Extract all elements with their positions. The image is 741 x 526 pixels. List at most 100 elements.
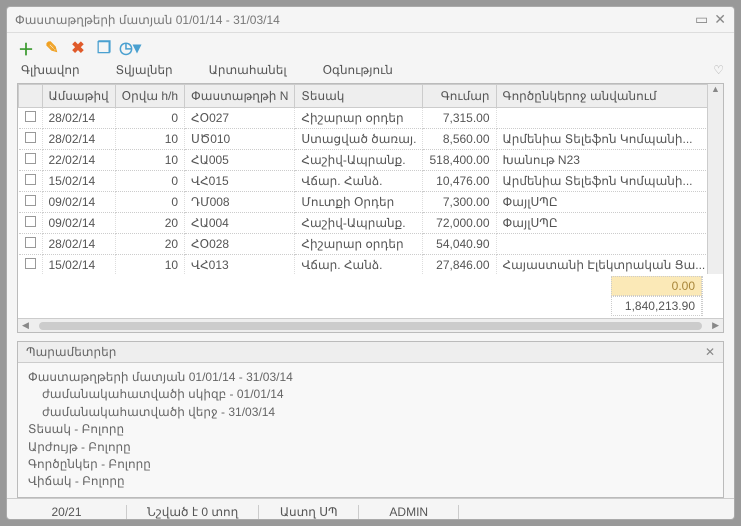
main-window: Փաստաթղթերի մատյան 01/01/14 - 31/03/14 ▭… [6,6,735,520]
row-checkbox[interactable] [25,111,36,122]
cell-amount: 8,560.00 [423,129,496,150]
maximize-icon[interactable]: ▭ [695,11,708,28]
status-selected: Նշված է 0 տող [127,505,259,519]
expand-icon[interactable]: ♡ [713,63,724,77]
delete-icon[interactable]: ✖ [69,39,87,57]
params-line: Արժույթ - Բոլորը [28,439,713,456]
cell-type: Հիշարար օրդեր [295,108,423,129]
cell-amount: 54,040.90 [423,234,496,255]
parameters-panel: Պարամետրեր ✕ Փաստաթղթերի մատյան 01/01/14… [17,341,724,498]
table-row[interactable]: 15/02/140ՎՀ015Վճար. Հանձ.10,476.00Արմենի… [19,171,708,192]
cell-date: 15/02/14 [42,171,115,192]
menu-data[interactable]: Տվյալներ [116,63,173,77]
row-checkbox[interactable] [25,153,36,164]
cell-amount: 7,315.00 [423,108,496,129]
menu-help[interactable]: Օգնություն [323,63,393,77]
cell-date: 28/02/14 [42,234,115,255]
table-row[interactable]: 28/02/140ՀՕ027Հիշարար օրդեր7,315.00 [19,108,708,129]
cell-dayhh: 20 [115,234,184,255]
params-line: ժամանակահատվածի վերջ - 31/03/14 [28,404,713,421]
close-icon[interactable]: ✕ [714,11,726,28]
cell-dayhh: 0 [115,171,184,192]
cell-dayhh: 20 [115,213,184,234]
cell-partner [496,108,707,129]
cell-type: Վճար. Հանձ. [295,171,423,192]
cell-type: Ստացված ծառայ. [295,129,423,150]
params-line: ժամանակահատվածի սկիզբ - 01/01/14 [28,386,713,403]
selected-total: 0.00 [611,276,702,296]
menu-main[interactable]: Գլխավոր [21,63,80,77]
cell-dayhh: 0 [115,192,184,213]
col-date[interactable]: Ամսաթիվ [42,85,115,108]
cell-dayhh: 0 [115,108,184,129]
row-checkbox[interactable] [25,195,36,206]
table-header-row: Ամսաթիվ Օրվա h/h Փաստաթղթի N Տեսակ Գումա… [19,85,708,108]
statusbar: 20/21 Նշված է 0 տող Աստղ ՍՊ ADMIN [7,498,734,525]
row-checkbox[interactable] [25,174,36,185]
row-checkbox[interactable] [25,216,36,227]
row-checkbox[interactable] [25,237,36,248]
documents-table: Ամսաթիվ Օրվա h/h Փաստաթղթի N Տեսակ Գումա… [17,83,724,333]
col-type[interactable]: Տեսակ [295,85,423,108]
col-dayhh[interactable]: Օրվա h/h [115,85,184,108]
cell-partner: Արմենիա Տելեֆոն Կոմպանի... [496,129,707,150]
cell-partner: Հայաստանի Էլեկտրական Ցա... [496,255,707,275]
cell-docn: ՀՕ027 [185,108,295,129]
col-check[interactable] [19,85,43,108]
history-icon[interactable]: ◷▾ [121,39,139,57]
col-amount[interactable]: Գումար [423,85,496,108]
cell-docn: ՎՀ013 [185,255,295,275]
cell-type: Հաշիվ-Ապրանք. [295,150,423,171]
cell-docn: ՍԾ010 [185,129,295,150]
table-row[interactable]: 09/02/1420ՀԱ004Հաշիվ-Ապրանք.72,000.00Փայ… [19,213,708,234]
cell-type: Հիշարար օրդեր [295,234,423,255]
col-partner[interactable]: Գործընկերոջ անվանում [496,85,707,108]
status-user: ADMIN [359,505,459,519]
table-row[interactable]: 22/02/1410ՀԱ005Հաշիվ-Ապրանք.518,400.00Խա… [19,150,708,171]
params-title: Պարամետրեր [26,345,116,359]
cell-amount: 7,300.00 [423,192,496,213]
cell-docn: ՎՀ015 [185,171,295,192]
cell-date: 15/02/14 [42,255,115,275]
cell-type: Մուտքի Օրդեր [295,192,423,213]
cell-docn: ԴՄ008 [185,192,295,213]
cell-amount: 10,476.00 [423,171,496,192]
params-line: Գործընկեր - Բոլորը [28,456,713,473]
row-checkbox[interactable] [25,132,36,143]
row-checkbox[interactable] [25,258,36,269]
scroll-left-icon[interactable]: ◀ [22,320,29,331]
params-line: Վիճակ - Բոլորը [28,473,713,490]
cell-partner: ՓայլՍՊԸ [496,192,707,213]
table-row[interactable]: 09/02/140ԴՄ008Մուտքի Օրդեր7,300.00ՓայլՍՊ… [19,192,708,213]
cell-partner [496,234,707,255]
edit-icon[interactable]: ✎ [43,39,61,57]
menu-export[interactable]: Արտահանել [209,63,287,77]
status-position: 20/21 [7,505,127,519]
params-close-icon[interactable]: ✕ [705,345,715,359]
scroll-right-icon[interactable]: ▶ [712,320,719,331]
cell-docn: ՀԱ004 [185,213,295,234]
toolbar: ＋ ✎ ✖ ❐ ◷▾ [7,33,734,59]
params-line: Տեսակ - Բոլորը [28,421,713,438]
horizontal-scrollbar[interactable]: ◀ ▶ [18,318,723,332]
col-docn[interactable]: Փաստաթղթի N [185,85,295,108]
cell-amount: 27,846.00 [423,255,496,275]
cell-date: 09/02/14 [42,192,115,213]
table-row[interactable]: 15/02/1410ՎՀ013Վճար. Հանձ.27,846.00Հայաս… [19,255,708,275]
cell-type: Հաշիվ-Ապրանք. [295,213,423,234]
cell-docn: ՀԱ005 [185,150,295,171]
cell-amount: 518,400.00 [423,150,496,171]
table-row[interactable]: 28/02/1420ՀՕ028Հիշարար օրդեր54,040.90 [19,234,708,255]
vertical-scrollbar[interactable]: ▲ [707,84,723,274]
menubar: Գլխավոր Տվյալներ Արտահանել Օգնություն ♡ [7,59,734,83]
add-icon[interactable]: ＋ [17,39,35,57]
cell-date: 28/02/14 [42,129,115,150]
cell-date: 22/02/14 [42,150,115,171]
copy-icon[interactable]: ❐ [95,39,113,57]
grand-total: 1,840,213.90 [611,296,702,316]
cell-amount: 72,000.00 [423,213,496,234]
status-org: Աստղ ՍՊ [259,505,359,519]
cell-partner: Արմենիա Տելեֆոն Կոմպանի... [496,171,707,192]
cell-dayhh: 10 [115,150,184,171]
table-row[interactable]: 28/02/1410ՍԾ010Ստացված ծառայ.8,560.00Արմ… [19,129,708,150]
